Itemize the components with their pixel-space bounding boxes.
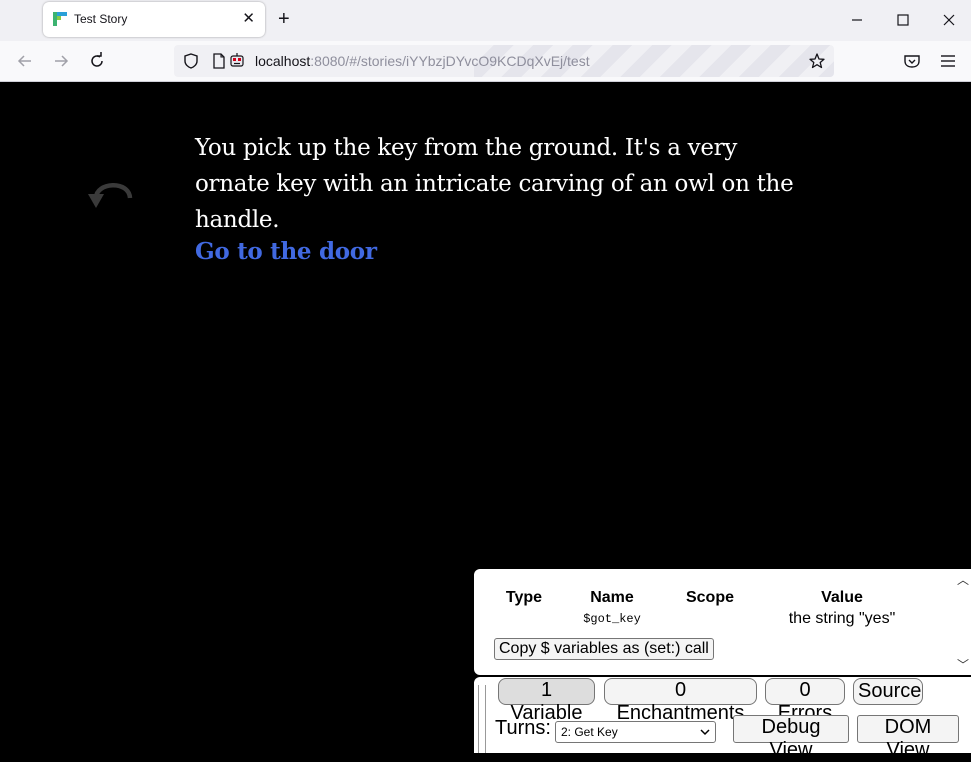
variables-header-row: Type Name Scope Value xyxy=(482,587,922,608)
tab-enchantments[interactable]: 0 Enchantments xyxy=(604,678,757,724)
panel-resize-handle[interactable] xyxy=(478,685,486,753)
hamburger-menu-icon[interactable] xyxy=(938,51,958,71)
dom-view-button[interactable]: DOM View xyxy=(857,715,959,761)
bookmark-star-icon[interactable] xyxy=(808,52,826,70)
shield-icon[interactable] xyxy=(182,52,200,70)
variable-type xyxy=(482,608,566,630)
close-window-icon[interactable] xyxy=(939,10,959,30)
minimize-icon[interactable] xyxy=(847,10,867,30)
turns-label: Turns: xyxy=(495,717,551,739)
browser-tab-bar: Test Story ✕ + xyxy=(0,0,971,41)
page-icon[interactable] xyxy=(212,53,226,69)
new-tab-icon[interactable]: + xyxy=(278,9,290,29)
chevron-down-icon xyxy=(700,729,710,736)
back-arrow-icon[interactable] xyxy=(15,51,35,71)
header-name: Name xyxy=(590,588,634,606)
scroll-up-icon[interactable]: ︿ xyxy=(957,571,969,588)
table-row: $got_key the string "yes" xyxy=(482,608,922,630)
url-host: localhost xyxy=(255,53,311,69)
variables-table: Type Name Scope Value $got_key the strin… xyxy=(482,587,922,630)
tab-variables[interactable]: 1 Variable xyxy=(498,678,595,724)
forward-arrow-icon[interactable] xyxy=(51,51,71,71)
header-scope: Scope xyxy=(685,588,734,606)
tab-title: Test Story xyxy=(74,12,128,26)
tab-errors[interactable]: 0 Errors xyxy=(765,678,845,724)
tab-source[interactable]: Source xyxy=(853,678,923,705)
turns-select[interactable]: 2: Get Key xyxy=(555,721,716,743)
browser-tab[interactable]: Test Story ✕ xyxy=(43,2,265,37)
twine-favicon-icon xyxy=(53,12,67,26)
variables-panel: Type Name Scope Value $got_key the strin… xyxy=(474,569,971,675)
turns-selected-value: 2: Get Key xyxy=(561,725,618,739)
debug-view-button[interactable]: Debug View xyxy=(733,715,849,761)
scroll-down-icon[interactable]: ﹀ xyxy=(957,656,969,673)
url-text[interactable]: localhost:8080/#/stories/iYYbzjDYvcO9KCD… xyxy=(255,53,590,69)
reload-icon[interactable] xyxy=(87,51,107,71)
copy-variables-button[interactable]: Copy $ variables as (set:) call xyxy=(494,638,714,660)
maximize-icon[interactable] xyxy=(893,10,913,30)
browser-nav-bar: localhost:8080/#/stories/iYYbzjDYvcO9KCD… xyxy=(0,41,971,82)
address-bar[interactable]: localhost:8080/#/stories/iYYbzjDYvcO9KCD… xyxy=(174,45,834,77)
variable-name: $got_key xyxy=(583,612,641,626)
robot-icon[interactable] xyxy=(228,52,246,70)
passage-text: You pick up the key from the ground. It'… xyxy=(195,135,794,233)
tab-close-icon[interactable]: ✕ xyxy=(242,10,255,28)
pocket-icon[interactable] xyxy=(902,51,922,71)
go-to-door-link[interactable]: Go to the door xyxy=(195,238,377,265)
header-type: Type xyxy=(505,588,543,606)
header-value: Value xyxy=(821,588,863,606)
variable-value: the string "yes" xyxy=(788,610,896,627)
debug-tools-panel: 1 Variable 0 Enchantments 0 Errors Sourc… xyxy=(474,677,971,761)
undo-icon[interactable] xyxy=(86,174,136,214)
variable-scope xyxy=(658,608,762,630)
url-path: :8080/#/stories/iYYbzjDYvcO9KCDqXvEj/tes… xyxy=(310,53,590,69)
